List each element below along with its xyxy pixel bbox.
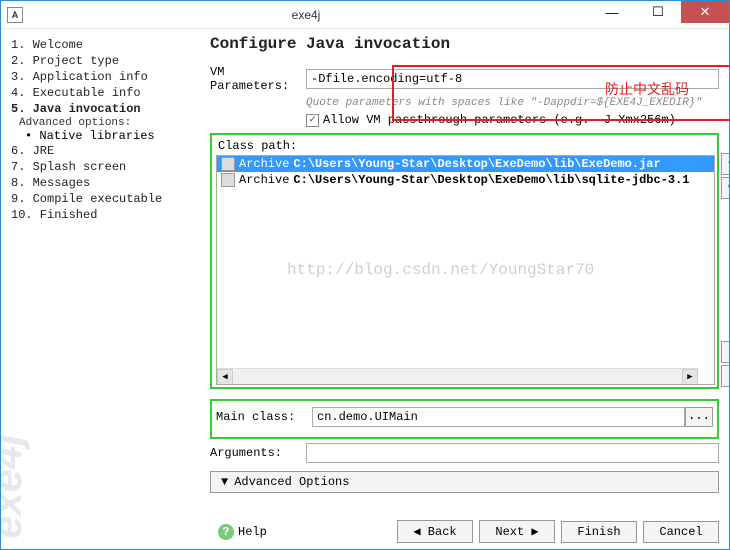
step-jre[interactable]: 6. JRE (7, 143, 196, 159)
mainclass-section: Main class: ... (210, 399, 719, 439)
window-controls: — ☐ ✕ (589, 1, 729, 28)
step-messages[interactable]: 8. Messages (7, 175, 196, 191)
cp-prefix: Archive (239, 157, 289, 171)
add-classpath-button[interactable]: + (721, 153, 730, 175)
passthrough-checkbox[interactable]: ✓ (306, 114, 319, 127)
next-button[interactable]: Next ▶ (479, 520, 555, 543)
arguments-label: Arguments: (210, 446, 306, 460)
arguments-row: Arguments: (210, 443, 719, 463)
classpath-item[interactable]: Archive C:\Users\Young-Star\Desktop\ExeD… (217, 172, 714, 188)
step-java-invocation[interactable]: 5. Java invocation (7, 101, 196, 117)
adv-native-libraries[interactable]: • Native libraries (7, 129, 196, 143)
app-icon: A (7, 7, 23, 23)
titlebar: A exe4j — ☐ ✕ (1, 1, 729, 29)
watermark-text: http://blog.csdn.net/YoungStar70 (287, 261, 594, 279)
cancel-button[interactable]: Cancel (643, 521, 719, 543)
move-down-button[interactable]: ⬇ (721, 365, 730, 387)
cp-path: C:\Users\Young-Star\Desktop\ExeDemo\lib\… (293, 157, 660, 171)
step-application-info[interactable]: 3. Application info (7, 69, 196, 85)
move-up-button[interactable]: ⬆ (721, 341, 730, 363)
window-title: exe4j (23, 8, 589, 22)
edit-classpath-button[interactable]: ✎ (721, 177, 730, 199)
help-icon: ? (218, 524, 234, 540)
archive-icon (221, 173, 235, 187)
step-welcome[interactable]: 1. Welcome (7, 37, 196, 53)
help-button[interactable]: ? Help (210, 522, 275, 542)
step-project-type[interactable]: 2. Project type (7, 53, 196, 69)
mainclass-label: Main class: (216, 410, 312, 424)
maximize-button[interactable]: ☐ (635, 1, 681, 23)
main-panel: Configure Java invocation 防止中文乱码 VM Para… (196, 29, 729, 549)
step-finished[interactable]: 10. Finished (7, 207, 196, 223)
content: 1. Welcome 2. Project type 3. Applicatio… (1, 29, 729, 549)
help-label: Help (238, 525, 267, 539)
passthrough-label: Allow VM passthrough parameters (e.g. -J… (323, 113, 676, 127)
advanced-options-button[interactable]: ▼ Advanced Options (210, 471, 719, 493)
back-button[interactable]: ◀ Back (397, 520, 473, 543)
app-window: A exe4j — ☐ ✕ 1. Welcome 2. Project type… (0, 0, 730, 550)
horizontal-scrollbar[interactable]: ◀ ▶ (217, 368, 698, 384)
arguments-input[interactable] (306, 443, 719, 463)
classpath-label: Class path: (218, 139, 715, 153)
step-executable-info[interactable]: 4. Executable info (7, 85, 196, 101)
classpath-buttons: + ✎ (721, 153, 730, 199)
scroll-left-icon[interactable]: ◀ (217, 369, 233, 385)
passthrough-row: ✓ Allow VM passthrough parameters (e.g. … (306, 113, 719, 127)
page-heading: Configure Java invocation (210, 35, 719, 53)
browse-mainclass-button[interactable]: ... (685, 407, 713, 427)
advanced-options-label: Advanced options: (7, 117, 196, 129)
sidebar: 1. Welcome 2. Project type 3. Applicatio… (1, 29, 196, 549)
step-compile[interactable]: 9. Compile executable (7, 191, 196, 207)
mainclass-input[interactable] (312, 407, 685, 427)
cp-prefix: Archive (239, 173, 289, 187)
vm-params-label: VM Parameters: (210, 65, 306, 93)
footer: ? Help ◀ Back Next ▶ Finish Cancel (210, 512, 719, 543)
finish-button[interactable]: Finish (561, 521, 637, 543)
classpath-list[interactable]: Archive C:\Users\Young-Star\Desktop\ExeD… (216, 155, 715, 385)
scroll-right-icon[interactable]: ▶ (682, 369, 698, 385)
advanced-options-text: Advanced Options (234, 475, 349, 489)
annotation-red-text: 防止中文乱码 (605, 79, 689, 99)
classpath-section: Class path: Archive C:\Users\Young-Star\… (210, 133, 719, 389)
archive-icon (221, 157, 235, 171)
reorder-buttons: ⬆ ⬇ (721, 341, 730, 387)
step-splash[interactable]: 7. Splash screen (7, 159, 196, 175)
minimize-button[interactable]: — (589, 1, 635, 23)
classpath-item[interactable]: Archive C:\Users\Young-Star\Desktop\ExeD… (217, 156, 714, 172)
cp-path: C:\Users\Young-Star\Desktop\ExeDemo\lib\… (293, 173, 689, 187)
brand-watermark: exe4j (0, 434, 31, 539)
chevron-down-icon: ▼ (221, 475, 228, 489)
close-button[interactable]: ✕ (681, 1, 729, 23)
